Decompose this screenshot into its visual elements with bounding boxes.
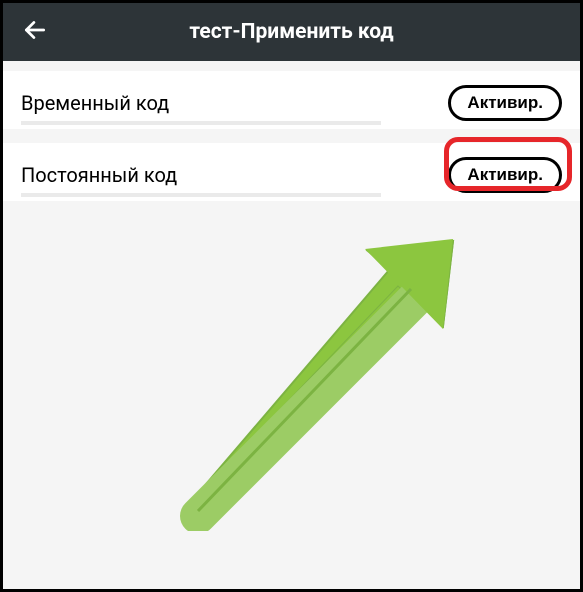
- page-title: тест-Применить код: [3, 20, 580, 44]
- arrow-up-right-icon: [143, 516, 463, 535]
- back-button[interactable]: [15, 12, 55, 52]
- row-label: Временный код: [21, 91, 169, 115]
- input-underline: [21, 193, 381, 197]
- annotation-arrow: [143, 211, 463, 531]
- app-header: тест-Применить код: [3, 3, 580, 61]
- code-row-permanent: Постоянный код Активир.: [3, 143, 580, 201]
- input-underline: [21, 121, 381, 125]
- content-area: Временный код Активир. Постоянный код Ак…: [3, 61, 580, 589]
- code-row-temporary: Временный код Активир.: [3, 71, 580, 129]
- row-label: Постоянный код: [21, 163, 177, 187]
- activate-button-temporary[interactable]: Активир.: [448, 85, 562, 121]
- arrow-left-icon: [22, 17, 48, 47]
- activate-button-permanent[interactable]: Активир.: [448, 157, 562, 193]
